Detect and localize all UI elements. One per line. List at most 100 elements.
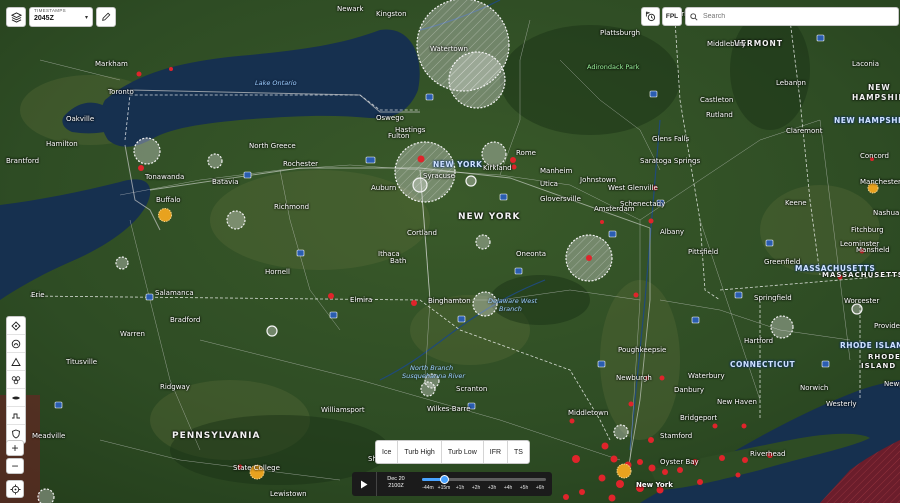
overlay-ifr[interactable]: IFR bbox=[484, 441, 509, 463]
sigmet-circle[interactable] bbox=[226, 210, 246, 230]
zoom-in-button[interactable]: + bbox=[6, 440, 24, 456]
sigmet-circle[interactable] bbox=[412, 177, 428, 193]
draw-button[interactable] bbox=[96, 7, 116, 27]
pirep-dot[interactable] bbox=[610, 455, 618, 463]
tool-pireps[interactable] bbox=[7, 371, 25, 389]
tool-pulse[interactable] bbox=[7, 407, 25, 425]
pirep-dot[interactable] bbox=[136, 71, 142, 77]
pirep-dot[interactable] bbox=[659, 375, 665, 381]
overlay-ice[interactable]: Ice bbox=[376, 441, 399, 463]
overlay-turb-low[interactable]: Turb Low bbox=[442, 441, 484, 463]
pirep-dot[interactable] bbox=[648, 437, 654, 443]
timeline-tick-label[interactable]: +1h bbox=[456, 485, 464, 491]
pirep-dot[interactable] bbox=[138, 165, 144, 171]
pirep-dot[interactable] bbox=[169, 67, 173, 71]
pirep-dot[interactable] bbox=[837, 274, 843, 280]
sigmet-circle[interactable] bbox=[420, 381, 436, 397]
sigmet-circle[interactable] bbox=[472, 291, 498, 317]
pirep-dot[interactable] bbox=[579, 489, 585, 495]
pirep-dot[interactable] bbox=[741, 423, 747, 429]
overlay-turb-high[interactable]: Turb High bbox=[398, 441, 442, 463]
pirep-dot[interactable] bbox=[637, 459, 643, 465]
timeline-tick-label[interactable]: +3h bbox=[488, 485, 496, 491]
waveform-icon bbox=[12, 413, 20, 418]
pirep-dot[interactable] bbox=[569, 418, 575, 424]
pirep-dot[interactable] bbox=[742, 457, 748, 463]
tool-triangle[interactable] bbox=[7, 353, 25, 371]
pirep-dot[interactable] bbox=[628, 401, 634, 407]
pirep-dot[interactable] bbox=[411, 300, 417, 306]
pirep-dot[interactable] bbox=[652, 185, 658, 191]
sigmet-circle[interactable] bbox=[207, 153, 223, 169]
pirep-dot[interactable] bbox=[767, 452, 773, 458]
pirep-dot[interactable] bbox=[600, 220, 604, 224]
timeline-datetime: Dec 20 2100Z bbox=[378, 476, 414, 490]
fpl-button[interactable]: FPL bbox=[662, 7, 682, 26]
time-filter-button[interactable] bbox=[641, 7, 660, 26]
pirep-dot[interactable] bbox=[328, 293, 334, 299]
timeline-tick-label[interactable]: +5h bbox=[520, 485, 528, 491]
pirep-dot[interactable] bbox=[648, 218, 654, 224]
pirep-dot[interactable] bbox=[656, 486, 664, 494]
pirep-dot[interactable] bbox=[648, 464, 656, 472]
pirep-dot[interactable] bbox=[633, 292, 639, 298]
pirep-dot[interactable] bbox=[572, 455, 580, 463]
sigmet-circle[interactable] bbox=[770, 315, 794, 339]
pirep-dot[interactable] bbox=[859, 248, 865, 254]
pirep-dot[interactable] bbox=[237, 464, 243, 470]
pirep-dot[interactable] bbox=[616, 480, 624, 488]
timeline-ticks: -44m +15m +1h +2h +3h +4h +5h +6h bbox=[422, 485, 546, 493]
timeline-tick-label[interactable]: +6h bbox=[536, 485, 544, 491]
sigmet-circle[interactable] bbox=[475, 234, 491, 250]
pirep-orange[interactable] bbox=[867, 182, 879, 194]
locate-button[interactable] bbox=[6, 480, 24, 498]
search-bar[interactable] bbox=[685, 7, 899, 26]
tool-radar[interactable] bbox=[7, 335, 25, 353]
plus-icon: + bbox=[11, 441, 19, 455]
pirep-dot[interactable] bbox=[608, 494, 616, 502]
tool-wind[interactable] bbox=[7, 389, 25, 407]
play-icon bbox=[361, 480, 368, 488]
pirep-dot[interactable] bbox=[636, 484, 644, 492]
pirep-dot[interactable] bbox=[601, 442, 609, 450]
pirep-dot[interactable] bbox=[712, 423, 718, 429]
overlay-ts[interactable]: TS bbox=[508, 441, 529, 463]
pirep-dot[interactable] bbox=[719, 455, 725, 461]
tool-waypoint[interactable] bbox=[7, 317, 25, 335]
pirep-dot[interactable] bbox=[510, 157, 516, 163]
sigmet-circle[interactable] bbox=[266, 325, 278, 337]
zoom-out-button[interactable]: − bbox=[6, 458, 24, 474]
pirep-orange[interactable] bbox=[249, 464, 265, 480]
pirep-dot[interactable] bbox=[586, 255, 592, 261]
timeline-tick-label[interactable]: +2h bbox=[472, 485, 480, 491]
timeline-tick-label[interactable]: -44m bbox=[422, 485, 433, 491]
pirep-dot[interactable] bbox=[563, 494, 569, 500]
timestamps-dropdown[interactable]: TIMESTAMPS 2045Z ▾ bbox=[29, 7, 93, 27]
pirep-dot[interactable] bbox=[417, 155, 425, 163]
sigmet-circle[interactable] bbox=[115, 256, 129, 270]
sigmet-circle[interactable] bbox=[133, 137, 161, 165]
sigmet-circle[interactable] bbox=[851, 303, 863, 315]
play-button[interactable] bbox=[352, 472, 377, 496]
sigmet-circle[interactable] bbox=[481, 141, 507, 167]
timeline-tick-label[interactable]: +4h bbox=[504, 485, 512, 491]
timeline-handle[interactable] bbox=[439, 475, 449, 484]
sigmet-circle[interactable] bbox=[613, 424, 629, 440]
pirep-dot[interactable] bbox=[677, 467, 683, 473]
pirep-dot[interactable] bbox=[511, 164, 517, 170]
map-canvas[interactable] bbox=[0, 0, 900, 503]
pirep-dot[interactable] bbox=[735, 472, 741, 478]
pirep-dot[interactable] bbox=[662, 469, 668, 475]
pirep-dot[interactable] bbox=[645, 376, 649, 380]
search-input[interactable] bbox=[701, 12, 885, 21]
sigmet-circle[interactable] bbox=[465, 175, 477, 187]
pirep-dot[interactable] bbox=[697, 479, 703, 485]
pirep-orange[interactable] bbox=[616, 463, 632, 479]
pirep-dot[interactable] bbox=[692, 459, 698, 465]
pirep-dot[interactable] bbox=[870, 157, 874, 161]
pirep-dot[interactable] bbox=[598, 474, 606, 482]
timeline-tick-label[interactable]: +15m bbox=[438, 485, 451, 491]
layers-button[interactable] bbox=[6, 7, 26, 27]
pirep-orange[interactable] bbox=[158, 208, 172, 222]
timeline-track[interactable] bbox=[422, 475, 546, 484]
